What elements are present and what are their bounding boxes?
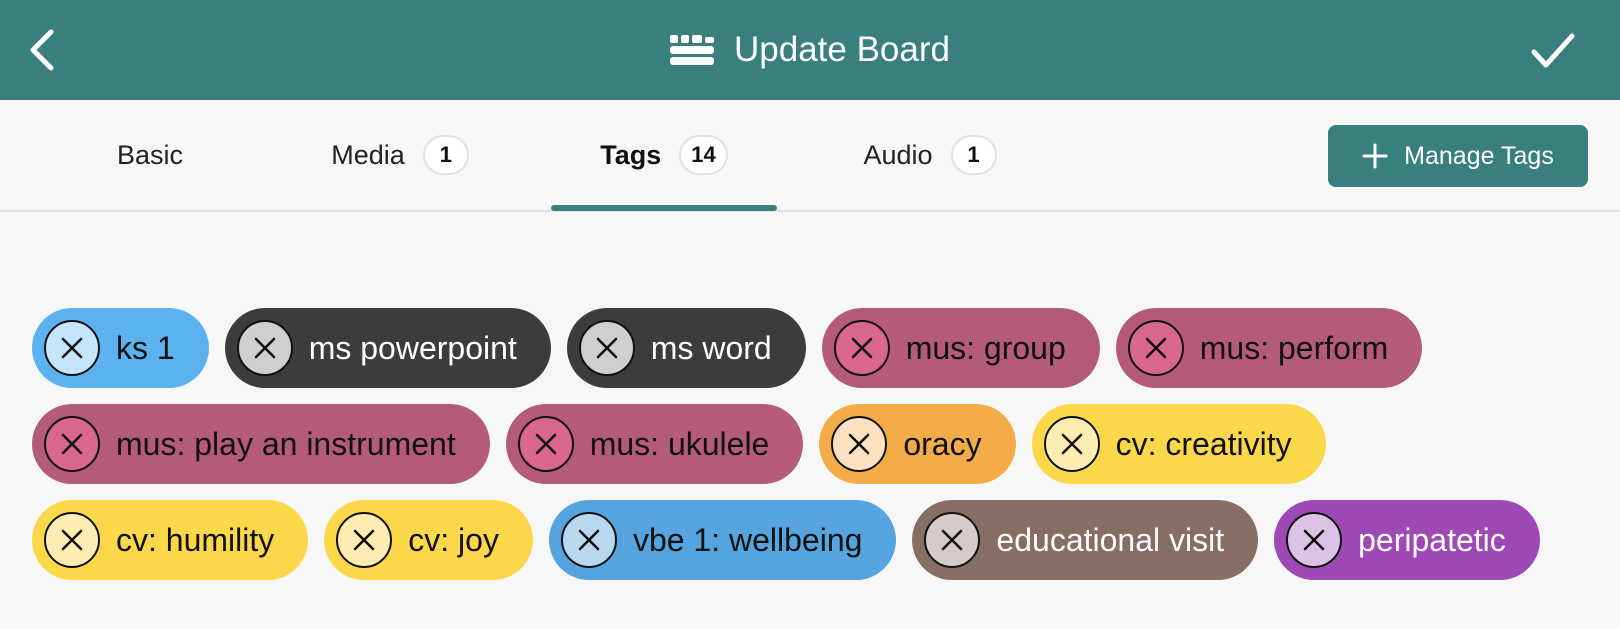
tag-label: cv: joy (408, 521, 499, 558)
tag-label: mus: group (905, 329, 1066, 366)
tab-media[interactable]: Media 1 (310, 100, 490, 210)
board-icon (670, 35, 714, 65)
tab-count-badge: 1 (422, 135, 469, 175)
tag-label: oracy (903, 425, 982, 462)
manage-tags-label: Manage Tags (1404, 141, 1554, 170)
tag-label: cv: creativity (1115, 425, 1292, 462)
tab-label: Audio (863, 139, 933, 170)
remove-tag-button[interactable] (44, 512, 100, 568)
remove-tag-button[interactable] (336, 512, 393, 568)
close-icon (942, 529, 963, 551)
tag-chip[interactable]: ms powerpoint (224, 308, 551, 388)
tag-label: vbe 1: wellbeing (632, 521, 863, 558)
tab-count-badge: 1 (950, 135, 997, 175)
header-title-group: Update Board (0, 0, 1620, 100)
remove-tag-button[interactable] (1286, 512, 1343, 568)
tag-label: ms word (650, 329, 772, 366)
remove-tag-button[interactable] (44, 416, 100, 472)
tag-chip[interactable]: peripatetic (1274, 500, 1540, 580)
tab-basic[interactable]: Basic (60, 100, 240, 210)
tag-label: cv: humility (116, 521, 275, 558)
confirm-button[interactable] (1528, 26, 1578, 76)
top-app-bar: Update Board (0, 0, 1620, 100)
tab-label: Basic (116, 139, 184, 170)
tag-chip[interactable]: ms word (566, 308, 806, 388)
tab-label: Media (331, 139, 405, 170)
close-icon (61, 529, 83, 551)
checkmark-icon (1531, 33, 1575, 68)
tag-label: educational visit (996, 521, 1225, 558)
close-icon (254, 337, 275, 359)
tab-label: Tags (600, 139, 662, 170)
remove-tag-button[interactable] (1127, 320, 1184, 376)
page-title: Update Board (734, 30, 950, 69)
tag-label: mus: ukulele (589, 425, 770, 462)
remove-tag-button[interactable] (44, 320, 100, 376)
close-icon (578, 529, 600, 551)
manage-tags-button[interactable]: Manage Tags (1328, 125, 1588, 187)
tag-chip[interactable]: cv: joy (324, 500, 533, 580)
plus-icon (1362, 143, 1388, 169)
remove-tag-button[interactable] (578, 320, 635, 376)
remove-tag-button[interactable] (833, 320, 890, 376)
tag-chip[interactable]: mus: play an instrument (32, 404, 490, 484)
tag-chip[interactable]: educational visit (912, 500, 1259, 580)
close-icon (535, 433, 557, 455)
close-icon (1303, 529, 1325, 551)
remove-tag-button[interactable] (517, 416, 574, 472)
tag-chip[interactable]: mus: group (821, 308, 1100, 388)
close-icon (596, 337, 618, 359)
back-button[interactable] (22, 26, 62, 74)
tag-chip[interactable]: mus: ukulele (505, 404, 804, 484)
remove-tag-button[interactable] (236, 320, 293, 376)
tag-label: ms powerpoint (308, 329, 517, 366)
active-tab-indicator (551, 205, 777, 211)
remove-tag-button[interactable] (924, 512, 981, 568)
chevron-left-icon (30, 29, 54, 71)
tag-chip[interactable]: ks 1 (32, 308, 209, 388)
tag-label: ks 1 (116, 329, 175, 366)
tag-chip[interactable]: cv: creativity (1031, 404, 1326, 484)
close-icon (61, 337, 83, 359)
remove-tag-button[interactable] (560, 512, 617, 568)
tab-bar: Basic Media 1 Tags 14 Audio 1 Manage Tag… (0, 100, 1620, 212)
tag-label: mus: perform (1199, 329, 1389, 366)
close-icon (61, 433, 83, 455)
tab-audio[interactable]: Audio 1 (840, 100, 1020, 210)
tag-chip[interactable]: mus: perform (1115, 308, 1423, 388)
remove-tag-button[interactable] (1043, 416, 1100, 472)
close-icon (1145, 337, 1167, 359)
tag-list: ks 1 ms powerpoint ms word mus: group mus: p… (32, 308, 1592, 580)
tag-label: peripatetic (1358, 521, 1506, 558)
tag-chip[interactable]: oracy (819, 404, 1016, 484)
close-icon (1061, 433, 1082, 455)
close-icon (353, 529, 375, 551)
close-icon (849, 433, 870, 455)
tag-label: mus: play an instrument (116, 425, 456, 462)
tag-chip[interactable]: cv: humility (32, 500, 309, 580)
close-icon (851, 337, 872, 359)
tab-tags[interactable]: Tags 14 (551, 100, 777, 211)
remove-tag-button[interactable] (831, 416, 888, 472)
tab-count-badge: 14 (679, 135, 728, 175)
tag-chip[interactable]: vbe 1: wellbeing (548, 500, 897, 580)
